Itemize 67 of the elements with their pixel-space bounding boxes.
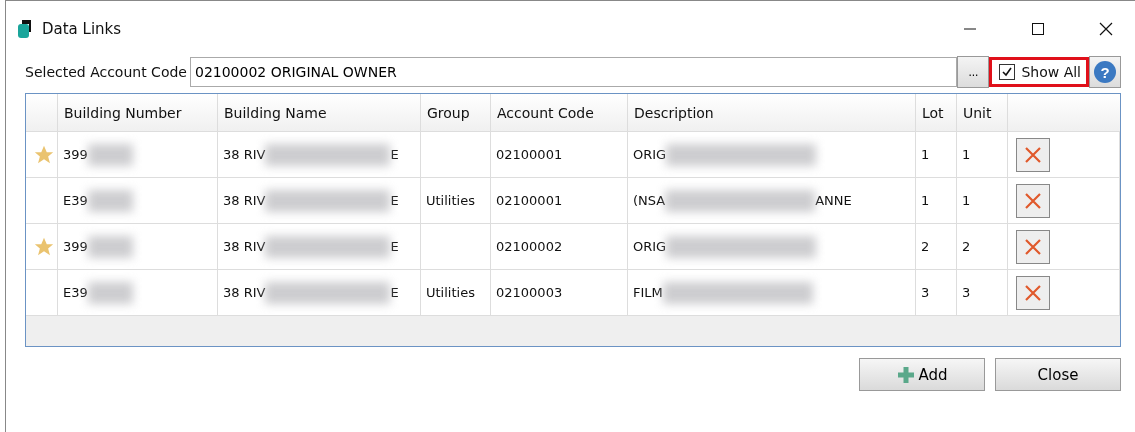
table-row[interactable]: E39 38 RIV E Utilities 02100003 FILM 3 3: [26, 270, 1120, 316]
close-icon[interactable]: [1099, 21, 1113, 36]
table-cell: 1: [962, 193, 971, 208]
checkmark-icon: [1001, 66, 1014, 78]
table-row[interactable]: E39 38 RIV E Utilities 02100001 (NSA ANNE 1 1: [26, 178, 1120, 224]
table-cell: E39: [63, 193, 88, 208]
table-cell: E: [390, 193, 399, 208]
table-cell: 02100003: [496, 285, 563, 300]
table-cell: 3: [962, 285, 971, 300]
browse-button[interactable]: ...: [957, 56, 990, 88]
help-button[interactable]: ?: [1089, 56, 1121, 88]
table-cell: 3: [921, 285, 930, 300]
table-cell: 38 RIV: [223, 239, 266, 254]
account-code-field[interactable]: 02100002 ORIGINAL OWNER: [189, 57, 958, 87]
table-cell: E: [390, 239, 399, 254]
show-all-checkbox[interactable]: Show All: [989, 57, 1089, 87]
table-cell: 38 RIV: [223, 285, 266, 300]
delete-button[interactable]: [1016, 183, 1050, 218]
table-cell: 1: [962, 147, 971, 162]
table-cell: Utilities: [426, 285, 475, 300]
table-cell: 02100002: [496, 239, 563, 254]
column-header[interactable]: Building Number: [58, 94, 218, 131]
column-header[interactable]: Unit: [957, 94, 1008, 131]
table-cell: ANNE: [815, 193, 852, 208]
x-icon: [1023, 282, 1043, 303]
table-cell: 38 RIV: [223, 193, 266, 208]
delete-button[interactable]: [1016, 229, 1050, 264]
column-header[interactable]: Group: [421, 94, 491, 131]
column-header[interactable]: Account Code: [491, 94, 628, 131]
field-label: Selected Account Code: [25, 64, 187, 80]
add-button[interactable]: Add: [859, 358, 985, 391]
redaction-blur: [87, 189, 133, 212]
column-header[interactable]: Description: [628, 94, 916, 131]
table-cell: E: [390, 147, 399, 162]
table-cell: 38 RIV: [223, 147, 266, 162]
table-cell: 1: [921, 147, 930, 162]
table-cell: E: [390, 285, 399, 300]
table-cell: 2: [921, 239, 930, 254]
database-icon: [17, 18, 33, 39]
plus-icon: [896, 364, 917, 385]
maximize-icon[interactable]: [1031, 21, 1045, 36]
table-cell: (NSA: [633, 193, 666, 208]
redaction-blur: [87, 235, 133, 258]
table-cell: 399: [63, 147, 88, 162]
redaction-blur: [87, 143, 133, 166]
table-cell: 399: [63, 239, 88, 254]
table-row[interactable]: 399 38 RIV E 02100001 ORIG 1 1: [26, 132, 1120, 178]
table-cell: ORIG: [633, 239, 667, 254]
table-cell: 2: [962, 239, 971, 254]
table-cell: 02100001: [496, 147, 563, 162]
table-cell: FILM: [633, 285, 663, 300]
table-cell: 1: [921, 193, 930, 208]
close-button[interactable]: Close: [995, 358, 1121, 391]
window-title: Data Links: [42, 19, 122, 38]
x-icon: [1023, 144, 1043, 165]
table-cell: ORIG: [633, 147, 667, 162]
column-header[interactable]: Building Name: [218, 94, 421, 131]
x-icon: [1023, 236, 1043, 257]
x-icon: [1023, 190, 1043, 211]
table-cell: 02100001: [496, 193, 563, 208]
redaction-blur: [87, 281, 133, 304]
table-row[interactable]: 399 38 RIV E 02100002 ORIG 2 2: [26, 224, 1120, 270]
table-cell: Utilities: [426, 193, 475, 208]
table-cell: E39: [63, 285, 88, 300]
column-header[interactable]: Lot: [916, 94, 957, 131]
delete-button[interactable]: [1016, 275, 1050, 310]
delete-button[interactable]: [1016, 137, 1050, 172]
